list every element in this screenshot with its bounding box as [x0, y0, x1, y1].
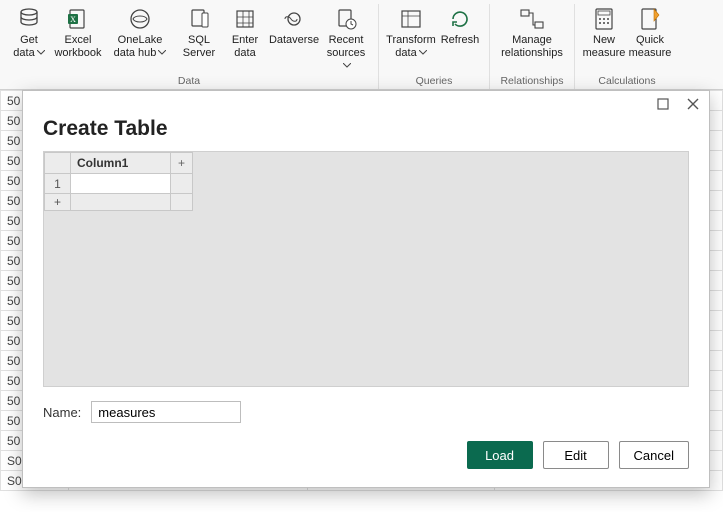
ribbon-group-data: Get data X Excel workbook OneLake data h… — [0, 4, 379, 89]
dataverse-label: Dataverse — [269, 34, 319, 60]
dataverse-button[interactable]: Dataverse — [268, 4, 320, 75]
refresh-button[interactable]: Refresh — [437, 4, 483, 75]
chevron-down-icon — [37, 50, 45, 56]
entry-grid[interactable]: Column1 + 1 + — [44, 152, 193, 211]
name-input[interactable] — [91, 401, 241, 423]
grid-cell-pad — [171, 194, 193, 211]
new-measure-label: New measure — [583, 34, 626, 60]
excel-workbook-label: Excel workbook — [54, 34, 102, 60]
recent-sources-button[interactable]: Recent sources — [320, 4, 372, 75]
ribbon-group-label-data: Data — [178, 75, 200, 89]
maximize-button[interactable] — [653, 94, 673, 114]
ribbon-group-label-relationships: Relationships — [500, 75, 563, 89]
calculator-icon — [590, 6, 618, 32]
quick-measure-button[interactable]: Quick measure — [627, 4, 673, 75]
onelake-data-hub-button[interactable]: OneLake data hub — [104, 4, 176, 75]
column-header[interactable]: Column1 — [71, 153, 171, 174]
add-column-button[interactable]: + — [171, 153, 193, 174]
chevron-down-icon — [158, 50, 166, 56]
get-data-button[interactable]: Get data — [6, 4, 52, 75]
relationships-icon — [518, 6, 546, 32]
create-table-dialog: Create Table Column1 + 1 + Name: Load — [22, 90, 710, 488]
grid-cell-pad — [71, 194, 171, 211]
row-number: 1 — [45, 174, 71, 194]
close-button[interactable] — [683, 94, 703, 114]
transform-data-button[interactable]: Transform data — [385, 4, 437, 75]
recent-icon — [332, 6, 360, 32]
quick-measure-icon — [636, 6, 664, 32]
grid-cell[interactable] — [71, 174, 171, 194]
new-measure-button[interactable]: New measure — [581, 4, 627, 75]
grid-cell-pad — [171, 174, 193, 194]
sql-icon — [185, 6, 213, 32]
get-data-label: Get data — [13, 34, 38, 59]
ribbon-group-calculations: New measure Quick measure Calculations — [575, 4, 679, 89]
excel-workbook-button[interactable]: X Excel workbook — [52, 4, 104, 75]
manage-relationships-button[interactable]: Manage relationships — [496, 4, 568, 75]
enter-data-button[interactable]: Enter data — [222, 4, 268, 75]
add-row-button[interactable]: + — [45, 194, 71, 211]
quick-measure-label: Quick measure — [629, 34, 672, 60]
enter-data-label: Enter data — [224, 34, 266, 60]
dialog-titlebar — [23, 91, 709, 117]
chevron-down-icon — [419, 50, 427, 56]
sql-server-button[interactable]: SQL Server — [176, 4, 222, 75]
manage-relationships-label: Manage relationships — [498, 34, 566, 60]
dataverse-icon — [280, 6, 308, 32]
ribbon-group-relationships: Manage relationships Relationships — [490, 4, 575, 89]
database-icon — [15, 6, 43, 32]
corner-cell — [45, 153, 71, 174]
chevron-down-icon — [343, 63, 351, 69]
enter-data-icon — [231, 6, 259, 32]
ribbon: Get data X Excel workbook OneLake data h… — [0, 0, 723, 90]
excel-icon: X — [64, 6, 92, 32]
transform-icon — [397, 6, 425, 32]
ribbon-group-label-calculations: Calculations — [598, 75, 655, 89]
dialog-grid-area: Column1 + 1 + — [43, 151, 689, 387]
dialog-title: Create Table — [23, 117, 709, 151]
recent-sources-label: Recent sources — [327, 34, 366, 59]
onelake-label: OneLake data hub — [114, 34, 163, 59]
load-button[interactable]: Load — [467, 441, 533, 469]
svg-text:X: X — [70, 15, 76, 24]
transform-data-label: Transform data — [386, 34, 436, 59]
sql-server-label: SQL Server — [178, 34, 220, 60]
edit-button[interactable]: Edit — [543, 441, 609, 469]
cancel-button[interactable]: Cancel — [619, 441, 689, 469]
refresh-label: Refresh — [441, 34, 480, 60]
ribbon-group-queries: Transform data Refresh Queries — [379, 4, 490, 89]
refresh-icon — [446, 6, 474, 32]
name-label: Name: — [43, 405, 81, 420]
name-row: Name: — [23, 387, 709, 423]
onelake-icon — [126, 6, 154, 32]
ribbon-group-label-queries: Queries — [416, 75, 453, 89]
dialog-footer: Load Edit Cancel — [23, 423, 709, 487]
